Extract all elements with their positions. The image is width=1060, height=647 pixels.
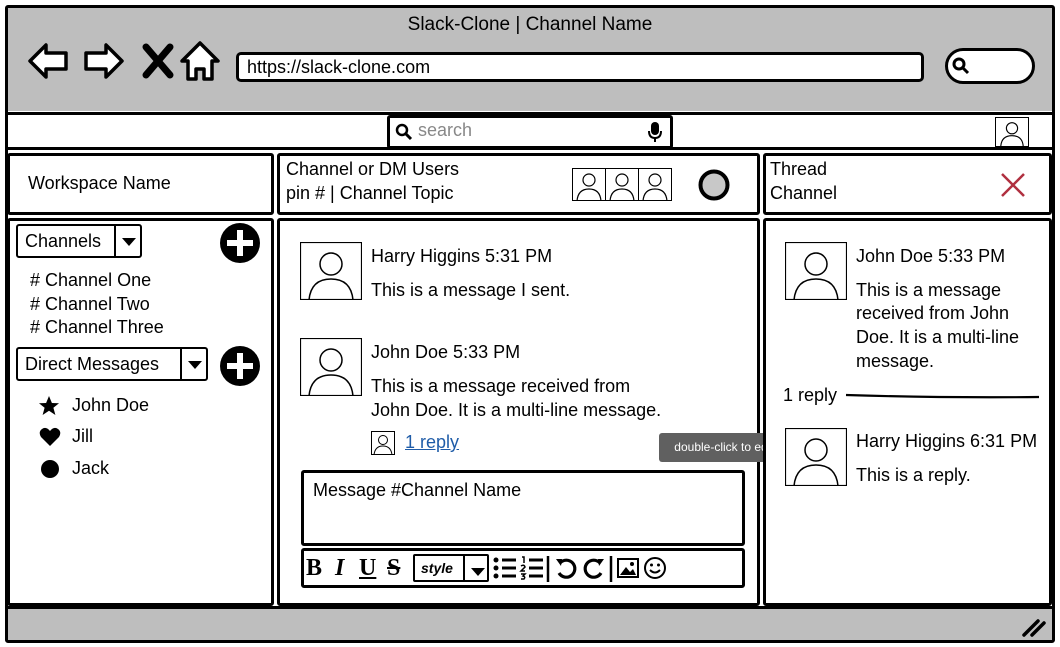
browser-window-frame (5, 5, 1055, 643)
